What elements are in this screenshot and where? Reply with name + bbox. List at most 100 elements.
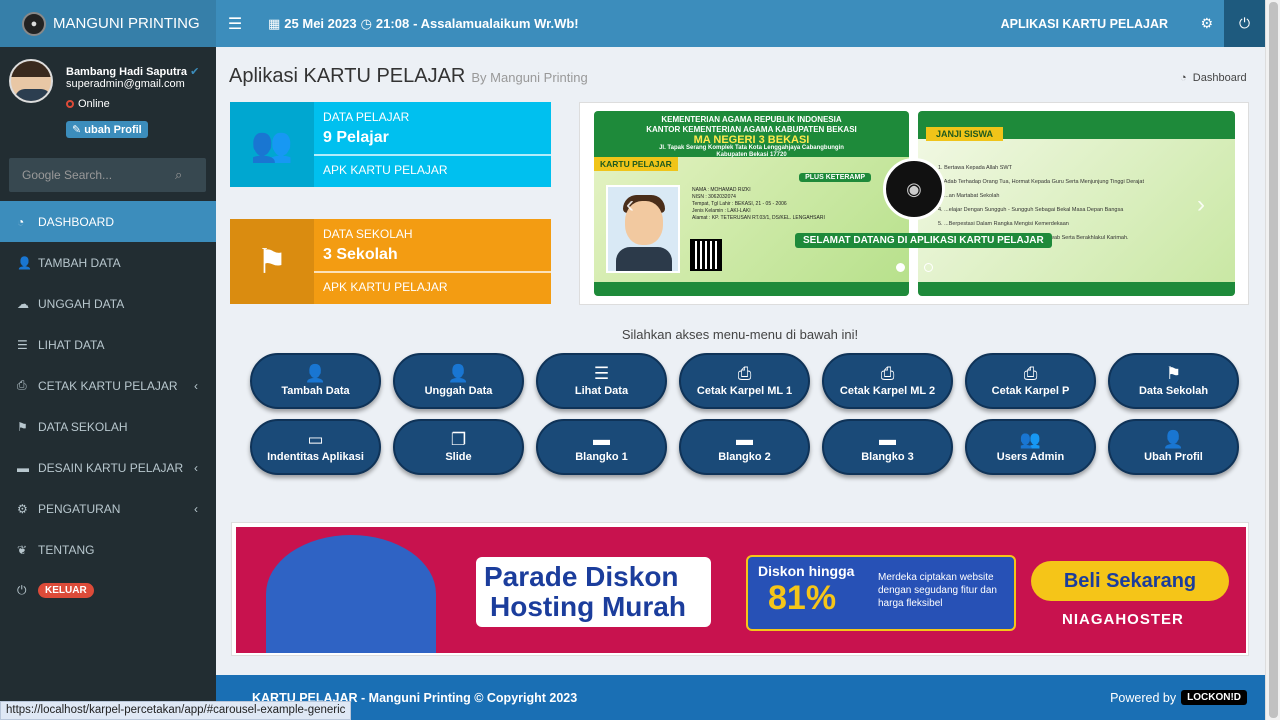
tile-indentitas-aplikasi[interactable]: ▭ Indentitas Aplikasi [250,419,381,475]
user-plus-icon: 👤 [304,364,327,383]
tile-label: Lihat Data [574,385,629,397]
tile-cetak-karpel-ml-1[interactable]: ⎙ Cetak Karpel ML 1 [679,353,810,409]
banner-buy-button[interactable]: Beli Sekarang [1031,561,1229,601]
print-icon: ⎙ [1023,364,1038,383]
student-card-back: JANJI SISWA 1. Bertawa Kepada Allah SWT … [918,111,1235,296]
info-box-link[interactable]: APK KARTU PELAJAR [323,280,448,294]
clock-icon: ◷ [360,15,372,31]
power-icon[interactable]: ⏻ [1224,0,1265,47]
tile-label: Blangko 3 [861,451,914,463]
tile-ubah-profil[interactable]: 👤 Ubah Profil [1108,419,1239,475]
tile-blangko-2[interactable]: ▬ Blangko 2 [679,419,810,475]
copy-icon: ❐ [450,430,467,449]
sidebar-search: ⌕ [9,158,206,192]
sidebar-item-tambah-data[interactable]: 👤 TAMBAH DATA [0,242,216,283]
tile-blangko-3[interactable]: ▬ Blangko 3 [822,419,953,475]
settings-gear-icon[interactable]: ⚙ [1200,15,1213,32]
greeting-text: - Assalamualaikum Wr.Wb! [413,16,579,31]
page-title: Aplikasi KARTU PELAJAR By Manguni Printin… [229,65,588,87]
student-card-front: KEMENTERIAN AGAMA REPUBLIK INDONESIA KAN… [594,111,909,296]
tile-label: Cetak Karpel ML 2 [839,385,936,397]
edit-profile-button[interactable]: ✎ ubah Profil [66,121,148,138]
card-carousel[interactable]: KEMENTERIAN AGAMA REPUBLIK INDONESIA KAN… [579,102,1249,305]
dashboard-icon: ◔ [17,214,25,229]
cogs-icon: ⚙ [17,501,28,516]
info-box-data-sekolah[interactable]: ⚑ DATA SEKOLAH 3 Sekolah APK KARTU PELAJ… [230,219,551,304]
owl-logo-icon: ● [22,11,46,36]
breadcrumb[interactable]: ◔ Dashboard [1180,72,1247,84]
tile-slide[interactable]: ❐ Slide [393,419,524,475]
tile-cetak-karpel-ml-2[interactable]: ⎙ Cetak Karpel ML 2 [822,353,953,409]
sidebar-menu: ◔ DASHBOARD 👤 TAMBAH DATA ☁ UNGGAH DATA ☰ LI… [0,201,216,611]
user-plus-icon: 👤 [17,255,32,270]
card-icon: ▬ [879,430,896,449]
tile-tambah-data[interactable]: 👤 Tambah Data [250,353,381,409]
info-box-data-pelajar[interactable]: 👥 DATA PELAJAR 9 Pelajar APK KARTU PELAJ… [230,102,551,187]
tile-label: Cetak Karpel P [991,385,1070,397]
chevron-left-icon: ‹ [194,460,198,475]
tile-label: Blangko 2 [718,451,771,463]
banner-discount: Diskon hingga 81% Merdeka ciptakan websi… [746,555,1016,631]
lockonid-logo[interactable]: LOCKON!D [1181,690,1247,705]
footer-powered: Powered by LOCKON!D [1110,690,1247,705]
carousel-prev-icon[interactable]: ‹ [626,191,634,219]
tile-users-admin[interactable]: 👥 Users Admin [965,419,1096,475]
card-icon: ▬ [17,460,29,475]
info-box-value: 9 Pelajar [323,129,389,146]
info-box-label: DATA PELAJAR [323,110,410,124]
dashboard-icon: ◔ [1180,72,1187,84]
tile-cetak-karpel-p[interactable]: ⎙ Cetak Karpel P [965,353,1096,409]
tile-blangko-1[interactable]: ▬ Blangko 1 [536,419,667,475]
datetime-greeting: ▦ 25 Mei 2023 ◷ 21:08 - Assalamualaikum … [268,16,579,32]
banner-person-image [266,535,436,653]
sidebar-item-tentang[interactable]: ❦ TENTANG [0,529,216,570]
user-name: Bambang Hadi Saputra ✔ [66,66,200,78]
flag-icon: ⚑ [1165,364,1182,383]
sidebar-item-data-sekolah[interactable]: ⚑ DATA SEKOLAH [0,406,216,447]
leaf-icon: ❦ [17,542,28,557]
avatar [9,59,53,103]
verified-icon: ✔ [190,66,200,78]
info-box-link[interactable]: APK KARTU PELAJAR [323,163,448,177]
owl-emblem-icon: ◉ [883,158,945,220]
search-input[interactable] [9,168,169,182]
carousel-indicator[interactable] [924,263,933,272]
ad-banner[interactable]: Parade Diskon Hosting Murah Diskon hingg… [231,522,1249,656]
power-icon: ⏻ [17,583,27,597]
app-label: APLIKASI KARTU PELAJAR [1000,16,1168,31]
tile-label: Blangko 1 [575,451,628,463]
sidebar-item-unggah-data[interactable]: ☁ UNGGAH DATA [0,283,216,324]
sidebar-item-desain-kartu[interactable]: ▬ DESAIN KARTU PELAJAR ‹ [0,447,216,488]
flag-icon: ⚑ [17,419,28,434]
carousel-indicator[interactable] [896,263,905,272]
student-photo [606,185,680,273]
tile-lihat-data[interactable]: ☰ Lihat Data [536,353,667,409]
brand-logo-bar[interactable]: ● MANGUNI PRINTING [0,0,216,47]
top-navbar: ☰ ▦ 25 Mei 2023 ◷ 21:08 - Assalamualaiku… [216,0,1265,47]
cloud-upload-icon: ☁ [17,296,29,311]
card-icon: ▬ [593,430,610,449]
tile-label: Cetak Karpel ML 1 [696,385,793,397]
status-dot-icon [66,100,74,108]
page-scrollbar[interactable] [1265,0,1280,720]
sidebar-item-pengaturan[interactable]: ⚙ PENGATURAN ‹ [0,488,216,529]
hamburger-menu-icon[interactable]: ☰ [216,14,254,34]
sidebar-item-cetak-kartu[interactable]: ⎙ CETAK KARTU PELAJAR ‹ [0,365,216,406]
tile-unggah-data[interactable]: 👤 Unggah Data [393,353,524,409]
tile-label: Unggah Data [424,385,493,397]
users-icon: 👥 [230,102,314,187]
date-text: 25 Mei 2023 [284,16,357,31]
flag-icon: ⚑ [230,219,314,304]
plus-tag: PLUS KETERAMP [799,173,871,182]
list-icon: ☰ [593,364,610,383]
user-panel: Bambang Hadi Saputra ✔ superadmin@gmail.… [0,47,216,150]
tile-label: Tambah Data [281,385,350,397]
access-instruction: Silahkan akses menu-menu di bawah ini! [621,327,859,342]
brand-name: MANGUNI PRINTING [53,15,200,32]
carousel-next-icon[interactable]: › [1197,191,1205,219]
search-icon[interactable]: ⌕ [175,167,182,183]
card-back-tag: JANJI SISWA [926,127,1004,141]
sidebar-item-dashboard[interactable]: ◔ DASHBOARD [0,201,216,242]
tile-data-sekolah[interactable]: ⚑ Data Sekolah [1108,353,1239,409]
sidebar-item-keluar[interactable]: ⏻ KELUAR [0,570,216,611]
